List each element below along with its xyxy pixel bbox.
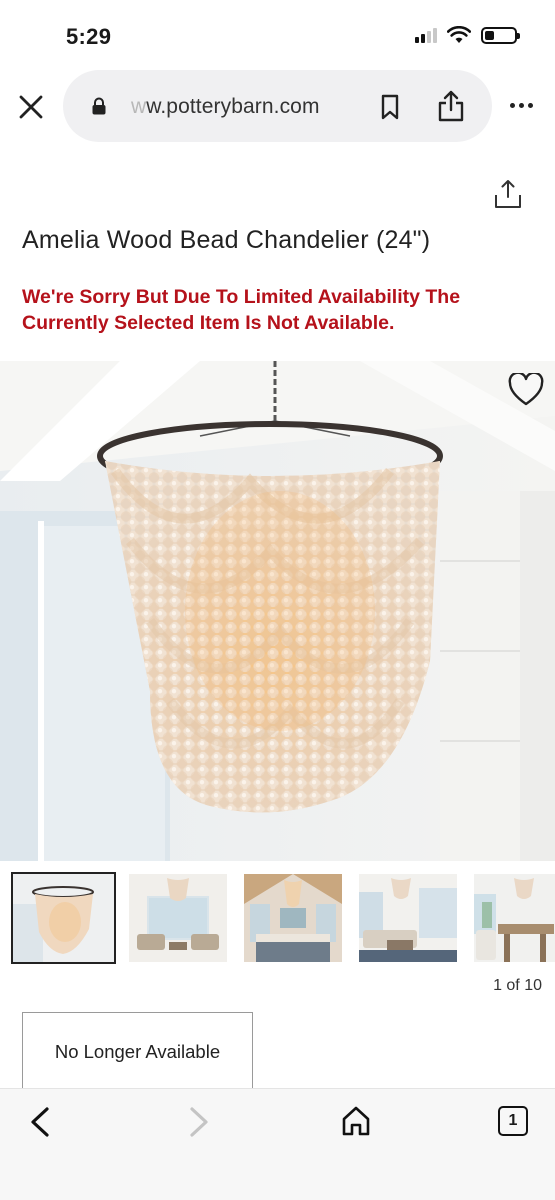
signal-icon	[415, 27, 437, 43]
favorite-heart-icon[interactable]	[508, 373, 544, 407]
availability-message: We're Sorry But Due To Limited Availabil…	[22, 286, 461, 334]
thumbnail-2[interactable]	[129, 874, 227, 962]
no-longer-available-button[interactable]: No Longer Available	[22, 1012, 253, 1090]
close-icon[interactable]	[18, 94, 44, 120]
share-icon[interactable]	[436, 89, 466, 123]
thumbnail-5[interactable]	[474, 874, 555, 962]
url-domain: w.potterybarn.com	[146, 95, 320, 118]
status-icons	[415, 26, 520, 44]
wifi-icon	[447, 26, 471, 43]
product-hero-image[interactable]	[0, 361, 555, 861]
url-bar[interactable]: ww.potterybarn.com	[63, 70, 492, 142]
chandelier-photo	[0, 361, 555, 861]
url-text[interactable]: ww.potterybarn.com	[131, 95, 320, 119]
lock-icon	[92, 97, 106, 115]
browser-toolbar: 1	[0, 1088, 555, 1200]
url-faded-prefix: w	[131, 95, 147, 118]
bookmark-icon[interactable]	[379, 94, 401, 120]
more-icon[interactable]	[510, 103, 533, 108]
thumbnail-1[interactable]	[11, 872, 116, 964]
home-icon[interactable]	[340, 1105, 372, 1137]
thumbnail-strip	[0, 872, 555, 964]
battery-icon	[481, 26, 520, 44]
page-share-icon[interactable]	[493, 178, 523, 210]
status-bar: 5:29	[0, 0, 555, 70]
thumbnail-3[interactable]	[244, 874, 342, 962]
thumbnail-4[interactable]	[359, 874, 457, 962]
tab-count: 1	[508, 1112, 518, 1129]
forward-arrow-icon[interactable]	[186, 1106, 212, 1138]
tabs-icon[interactable]: 1	[498, 1106, 528, 1136]
product-title: Amelia Wood Bead Chandelier (24")	[22, 226, 431, 254]
back-arrow-icon[interactable]	[27, 1106, 53, 1138]
gallery-counter: 1 of 10	[493, 977, 542, 994]
status-time: 5:29	[66, 24, 112, 49]
browser-bar: ww.potterybarn.com	[0, 68, 555, 148]
